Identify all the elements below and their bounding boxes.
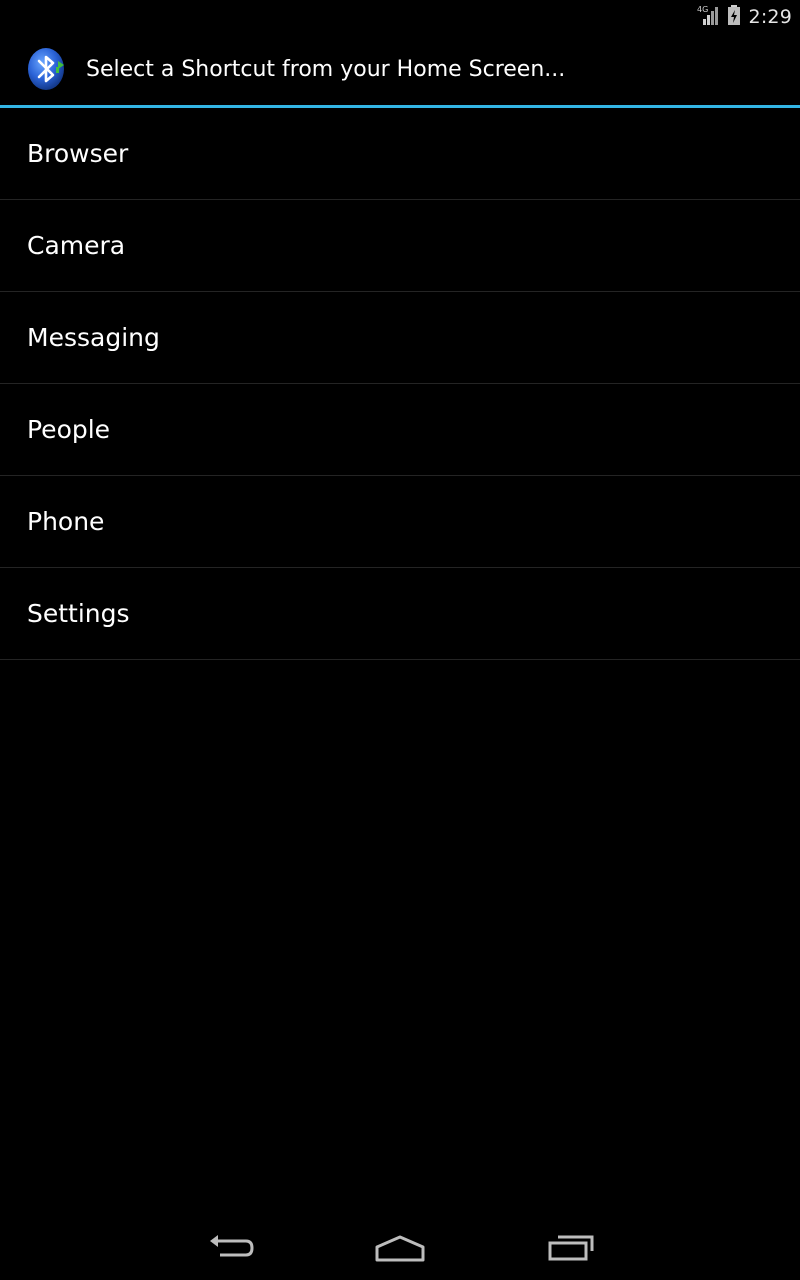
shortcut-item-settings[interactable]: Settings xyxy=(0,568,800,660)
back-icon xyxy=(206,1233,254,1267)
status-icons: 4G 2:29 xyxy=(697,0,792,33)
shortcut-item-browser[interactable]: Browser xyxy=(0,108,800,200)
title-bar: Select a Shortcut from your Home Screen.… xyxy=(0,33,800,108)
status-time: 2:29 xyxy=(748,5,792,28)
home-icon xyxy=(374,1233,426,1267)
svg-text:4G: 4G xyxy=(697,5,708,14)
signal-4g-icon: 4G xyxy=(697,4,721,30)
bluetooth-icon xyxy=(26,47,70,91)
shortcut-item-messaging[interactable]: Messaging xyxy=(0,292,800,384)
shortcut-item-people[interactable]: People xyxy=(0,384,800,476)
home-button[interactable] xyxy=(370,1230,430,1270)
shortcut-item-camera[interactable]: Camera xyxy=(0,200,800,292)
back-button[interactable] xyxy=(200,1230,260,1270)
status-bar: 4G 2:29 xyxy=(0,0,800,33)
navigation-bar xyxy=(0,1216,800,1280)
page-title: Select a Shortcut from your Home Screen.… xyxy=(86,57,566,82)
recent-apps-icon xyxy=(546,1233,596,1267)
shortcut-list: Browser Camera Messaging People Phone Se… xyxy=(0,108,800,660)
shortcut-item-phone[interactable]: Phone xyxy=(0,476,800,568)
recent-apps-button[interactable] xyxy=(541,1230,601,1270)
battery-charging-icon xyxy=(727,4,741,30)
